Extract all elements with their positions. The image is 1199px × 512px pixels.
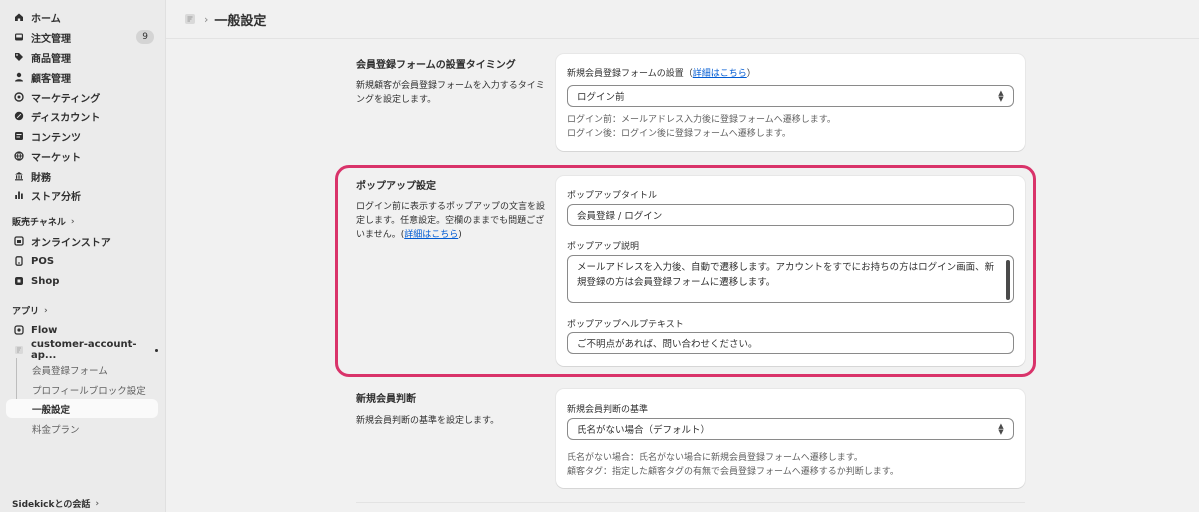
sidebar-item-label: 商品管理 [31,53,71,65]
person-icon [14,72,24,82]
unread-dot [155,348,158,352]
judge-field-label: 新規会員判断の基準 [567,405,649,415]
timing-field-label-end: ） [746,69,756,79]
timing-help-2: ログイン後：ログイン後に登録フォームへ遷移します。 [567,129,791,139]
chevron-right-icon: › [70,216,75,227]
sidebar-subitem-label: 料金プラン [32,424,80,436]
judge-section-title: 新規会員判断 [356,394,416,405]
sidebar-item-label: POS [31,255,55,267]
sidebar-subitem-registration-form[interactable]: 会員登録フォーム [6,360,158,379]
inbox-icon [14,32,24,42]
breadcrumb-chevron-icon: › [204,12,209,26]
sidebar-subitem-label: 一般設定 [32,404,71,416]
order-count-badge: 9 [136,30,154,44]
judge-select-value: 氏名がない場合（デフォルト） [577,425,711,436]
timing-section-title: 会員登録フォームの設置タイミング [356,60,516,71]
sidekick-title: Sidekickとの会話 [12,500,91,510]
select-arrows-icon: ▲ ▼ [998,89,1004,103]
content-icon [14,131,24,141]
timing-help-1: ログイン前：メールアドレス入力後に登録フォームへ遷移します。 [567,115,836,125]
sidebar-item-discounts[interactable]: ディスカウント [6,106,158,126]
sidebar-item-label: 顧客管理 [31,73,71,85]
judge-help-2: 顧客タグ：指定した顧客タグの有無で会員登録フォームへ遷移するか判断します。 [567,467,899,477]
sidebar-item-label: ホーム [31,13,61,25]
judge-section-description: 新規会員判断の基準を設定します。 [356,416,500,426]
sidebar-subitem-pricing[interactable]: 料金プラン [6,419,158,438]
shop-icon [14,276,24,286]
sidebar-item-label: 注文管理 [31,33,71,45]
sales-channels-title: 販売チャネル [12,218,66,228]
target-icon [14,92,24,102]
judge-card: 新規会員判断の基準 氏名がない場合（デフォルト） ▲ ▼ 氏名がない場合：氏名がな… [556,389,1025,488]
chevron-right-icon: › [95,498,100,509]
sales-channels-heading[interactable]: 販売チャネル › [12,215,75,229]
sidebar: ホーム 注文管理 9 商品管理 顧客管理 マーケティング ディスカウント コンテ… [0,0,166,512]
page-header: › 一般設定 [166,0,1199,39]
sidebar-item-home[interactable]: ホーム [6,7,158,27]
sidebar-item-shop[interactable]: Shop [6,271,158,291]
sidekick-heading[interactable]: Sidekickとの会話 › [12,497,100,511]
sidebar-item-label: マーケティング [31,93,101,105]
sidebar-item-analytics[interactable]: ストア分析 [6,185,158,205]
pos-icon [14,256,24,266]
sidebar-item-customer-account-app[interactable]: customer-account-ap... [6,339,158,361]
page-title: 一般設定 [214,13,267,29]
highlight-annotation [335,165,1036,377]
chevron-right-icon: › [44,305,48,316]
home-icon [14,12,24,22]
apps-title: アプリ [12,307,40,317]
sidebar-item-customers[interactable]: 顧客管理 [6,67,158,87]
sidebar-subitem-label: 会員登録フォーム [32,365,108,377]
timing-field-label-text: 新規会員登録フォームの設置（ [567,69,693,79]
sidebar-item-markets[interactable]: マーケット [6,146,158,166]
sidebar-item-label: ストア分析 [31,191,81,203]
sidebar-item-pos[interactable]: POS [6,251,158,271]
sidebar-item-orders[interactable]: 注文管理 9 [6,27,158,47]
sidebar-item-finance[interactable]: 財務 [6,166,158,186]
judge-select[interactable]: 氏名がない場合（デフォルト） ▲ ▼ [567,418,1014,440]
sidebar-item-marketing[interactable]: マーケティング [6,87,158,107]
globe-icon [14,151,24,161]
flow-icon [14,325,24,335]
timing-select[interactable]: ログイン前 ▲ ▼ [567,85,1014,107]
select-arrows-icon: ▲ ▼ [998,422,1004,436]
apps-heading[interactable]: アプリ › [12,304,48,318]
judge-help-1: 氏名がない場合：氏名がない場合に新規会員登録フォームへ遷移します。 [567,453,863,463]
store-icon [14,236,24,246]
sidebar-item-content[interactable]: コンテンツ [6,126,158,146]
sidebar-item-label: customer-account-ap... [31,339,137,361]
sidebar-item-label: 財務 [31,172,51,184]
sidebar-item-label: Flow [31,324,58,336]
sidebar-item-flow[interactable]: Flow [6,320,158,340]
timing-field-label: 新規会員登録フォームの設置（詳細はこちら） [567,66,756,79]
bank-icon [14,171,24,181]
sidebar-item-online-store[interactable]: オンラインストア [6,231,158,251]
sidebar-item-products[interactable]: 商品管理 [6,47,158,67]
sidebar-item-label: マーケット [31,152,81,164]
sidebar-item-label: コンテンツ [31,132,81,144]
discount-icon [14,111,24,121]
sidebar-subitem-general-settings[interactable]: 一般設定 [6,399,158,418]
sidebar-subitem-profile-block[interactable]: プロフィールブロック設定 [6,380,158,399]
timing-select-value: ログイン前 [577,92,625,103]
timing-card: 新規会員登録フォームの設置（詳細はこちら） ログイン前 ▲ ▼ ログイン前：メール… [556,54,1025,151]
app-icon [14,345,24,355]
tag-icon [14,52,24,62]
timing-details-link[interactable]: 詳細はこちら [693,69,747,79]
app-icon[interactable] [184,13,196,25]
sidebar-item-label: Shop [31,275,60,287]
chart-icon [14,190,24,200]
sidebar-item-label: ディスカウント [31,112,101,124]
sidebar-item-label: オンラインストア [31,237,111,249]
sidebar-subitem-label: プロフィールブロック設定 [32,385,146,397]
timing-section-description: 新規顧客が会員登録フォームを入力するタイミングを設定します。 [356,81,545,105]
section-divider [356,502,1025,503]
